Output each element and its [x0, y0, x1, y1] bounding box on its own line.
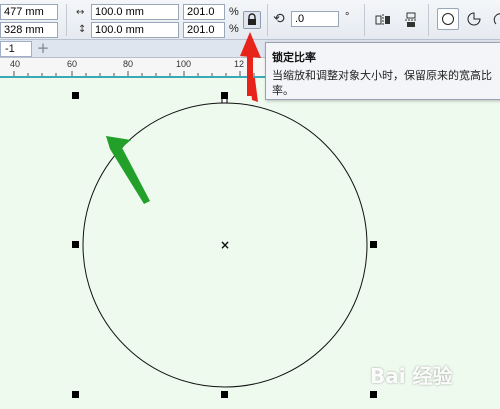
height-percent-label: % [229, 23, 239, 35]
separator [267, 4, 268, 36]
width-scale-field[interactable]: 201.0 [183, 4, 225, 20]
lock-icon [248, 13, 256, 25]
mirror-horizontal-icon [375, 14, 390, 26]
width-field[interactable]: 100.0 mm [91, 4, 179, 20]
ellipse-icon [442, 13, 454, 25]
red-arrow [249, 78, 258, 102]
selection-handle-top[interactable] [221, 92, 228, 99]
lock-ratio-button[interactable] [243, 11, 261, 29]
width-arrows-icon: ↔ [76, 7, 85, 18]
ruler-label: 80 [123, 59, 134, 69]
selection-handle-bottom-left[interactable] [72, 391, 79, 398]
selection-handle-top-left[interactable] [72, 92, 79, 99]
rotate-icon: ⟲ [273, 11, 285, 27]
separator [66, 4, 67, 36]
separator [364, 4, 365, 36]
ruler-label: 12 [234, 59, 245, 69]
x-position-field[interactable]: 477 mm [0, 4, 58, 20]
add-tab-button[interactable]: + [34, 41, 52, 57]
pie-mode-button[interactable] [465, 10, 483, 28]
selection-handle-right[interactable] [370, 241, 377, 248]
pie-icon [467, 12, 481, 26]
page-tab[interactable]: -1 [0, 41, 32, 57]
watermark: Bai 经验 [370, 364, 453, 388]
selection-handle-bottom[interactable] [221, 391, 228, 398]
arc-mode-button[interactable] [489, 10, 500, 28]
arc-icon [493, 13, 500, 25]
y-position-field[interactable]: 328 mm [0, 22, 58, 38]
tooltip-description: 当缩放和调整对象大小时，保留原来的宽高比率。 [272, 69, 492, 97]
height-arrows-icon: ↕ [78, 24, 87, 35]
property-bar: 477 mm 328 mm ↔ ↕ 100.0 mm 100.0 mm 201.… [0, 0, 500, 40]
ruler-label: 60 [67, 59, 78, 69]
selection-handle-left[interactable] [72, 241, 79, 248]
height-field[interactable]: 100.0 mm [91, 22, 179, 38]
height-scale-field[interactable]: 201.0 [183, 22, 225, 38]
ruler-label: 40 [10, 59, 21, 69]
center-mark-icon: × [220, 238, 231, 252]
tooltip-title: 锁定比率 [272, 51, 316, 64]
selection-handle-bottom-right[interactable] [370, 391, 377, 398]
width-percent-label: % [229, 6, 239, 18]
lock-ratio-tooltip: 锁定比率 当缩放和调整对象大小时，保留原来的宽高比率。 [265, 42, 500, 100]
rotation-field[interactable]: .0 [291, 11, 339, 27]
ruler-label: 100 [176, 59, 192, 69]
degree-label: ° [345, 11, 350, 23]
mirror-horizontal-button[interactable] [374, 11, 392, 29]
separator [428, 4, 429, 36]
mirror-vertical-icon [405, 12, 417, 27]
ellipse-mode-button[interactable] [437, 8, 459, 30]
mirror-vertical-button[interactable] [402, 11, 420, 29]
